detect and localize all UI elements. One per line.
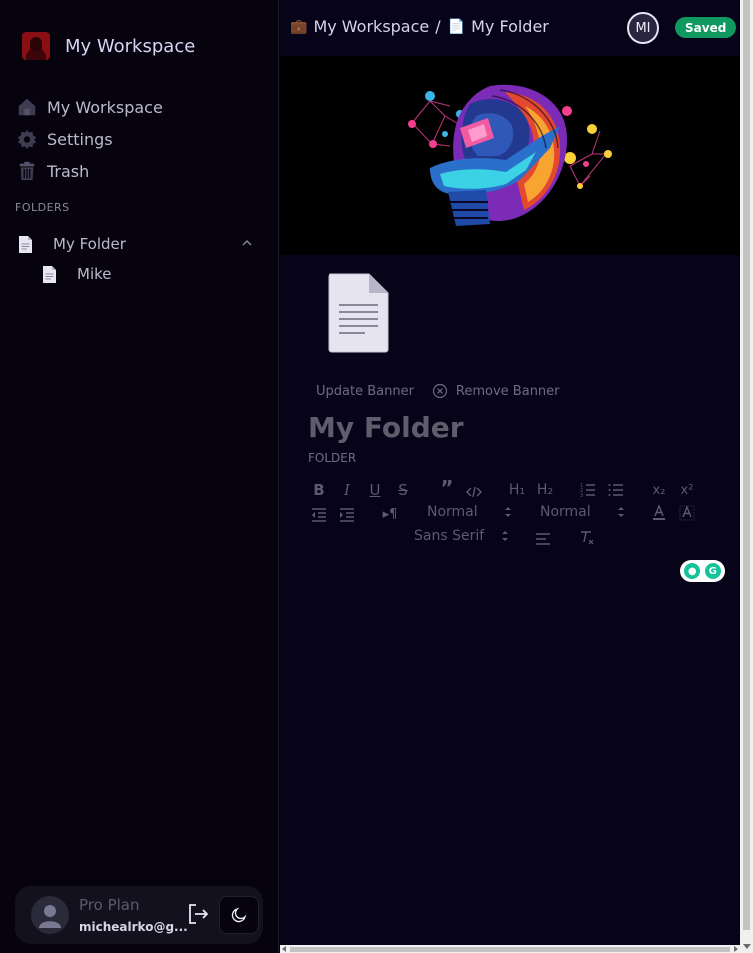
gear-icon bbox=[17, 129, 37, 150]
ordered-list-icon[interactable]: 123 bbox=[580, 480, 596, 500]
folder-label: My Folder bbox=[53, 235, 126, 253]
workspace-name: My Workspace bbox=[65, 35, 196, 57]
align-icon[interactable] bbox=[535, 529, 551, 549]
size-select-value: Normal bbox=[540, 504, 591, 520]
sidebar-nav: My Workspace Settings Trash bbox=[16, 91, 163, 187]
header-select[interactable]: Normal bbox=[427, 502, 512, 522]
font-select[interactable]: Sans Serif bbox=[414, 526, 509, 546]
heading-1-button[interactable]: H₁ bbox=[508, 480, 526, 500]
underline-button[interactable]: U bbox=[368, 480, 382, 500]
select-arrows-icon bbox=[618, 507, 624, 517]
code-block-icon[interactable] bbox=[466, 482, 482, 502]
sidebar-item-my-workspace[interactable]: My Workspace bbox=[16, 91, 163, 123]
user-avatar[interactable] bbox=[31, 896, 69, 934]
page-document-icon[interactable] bbox=[327, 273, 390, 353]
sidebar-item-settings[interactable]: Settings bbox=[16, 123, 163, 155]
text-direction-button[interactable]: ▸¶ bbox=[380, 504, 400, 524]
chevron-up-icon[interactable] bbox=[240, 236, 254, 250]
trash-icon bbox=[19, 161, 35, 181]
vertical-scrollbar-thumb[interactable] bbox=[743, 0, 750, 930]
background-color-icon[interactable] bbox=[679, 503, 695, 523]
document-icon bbox=[43, 265, 56, 283]
banner-actions: Update Banner Remove Banner bbox=[316, 383, 560, 399]
superscript-button[interactable]: x² bbox=[678, 480, 696, 500]
theme-toggle-button[interactable] bbox=[219, 896, 259, 934]
user-icon bbox=[39, 905, 61, 928]
grammarly-icon: G bbox=[704, 563, 721, 579]
scroll-down-arrow-icon[interactable] bbox=[743, 944, 751, 949]
subscript-button[interactable]: x₂ bbox=[650, 480, 668, 500]
app-window: My Workspace My Workspace Settings Trash… bbox=[0, 0, 753, 953]
close-circle-icon bbox=[432, 383, 448, 399]
horizontal-scrollbar-thumb[interactable] bbox=[290, 947, 730, 952]
breadcrumb-folder[interactable]: My Folder bbox=[471, 17, 549, 36]
font-select-value: Sans Serif bbox=[414, 528, 485, 544]
collaborator-avatar[interactable]: MI bbox=[627, 12, 659, 44]
outdent-icon[interactable] bbox=[311, 505, 327, 525]
horizontal-scrollbar[interactable] bbox=[280, 945, 740, 953]
moon-icon bbox=[231, 907, 247, 923]
indent-icon[interactable] bbox=[339, 505, 355, 525]
bold-button[interactable]: B bbox=[312, 480, 326, 500]
scroll-left-arrow-icon[interactable] bbox=[282, 946, 286, 952]
size-select[interactable]: Normal bbox=[540, 502, 625, 522]
workspace-header[interactable]: My Workspace bbox=[22, 32, 195, 60]
svg-text:3: 3 bbox=[580, 493, 583, 499]
page-title[interactable]: My Folder bbox=[308, 411, 464, 444]
file-label: Mike bbox=[77, 265, 112, 283]
text-color-icon[interactable] bbox=[651, 503, 667, 523]
banner-image bbox=[280, 56, 740, 255]
header-select-value: Normal bbox=[427, 504, 478, 520]
main-content: 💼 My Workspace / 📄 My Folder MI Saved Up… bbox=[280, 0, 740, 945]
select-arrows-icon bbox=[502, 531, 508, 541]
sidebar-file-mike[interactable]: Mike bbox=[42, 262, 112, 286]
scroll-right-arrow-icon[interactable] bbox=[734, 946, 738, 952]
breadcrumb: 💼 My Workspace / 📄 My Folder bbox=[290, 17, 549, 36]
status-badge: Saved bbox=[675, 17, 737, 38]
lightbulb-icon: ● bbox=[684, 563, 701, 579]
topbar: 💼 My Workspace / 📄 My Folder MI Saved bbox=[280, 0, 740, 56]
bullet-list-icon[interactable] bbox=[608, 480, 624, 500]
breadcrumb-workspace[interactable]: My Workspace bbox=[313, 17, 429, 36]
breadcrumb-separator: / bbox=[435, 17, 441, 36]
sidebar-item-label: Trash bbox=[47, 161, 90, 181]
logout-icon[interactable] bbox=[186, 902, 210, 926]
user-email: michealrko@g... bbox=[79, 920, 188, 934]
folders-section-title: FOLDERS bbox=[15, 201, 70, 214]
sidebar-item-trash[interactable]: Trash bbox=[16, 155, 163, 187]
sidebar-item-label: Settings bbox=[47, 129, 113, 149]
heading-2-button[interactable]: H₂ bbox=[536, 480, 554, 500]
user-card: Pro Plan michealrko@g... bbox=[15, 886, 263, 944]
briefcase-icon: 💼 bbox=[290, 18, 308, 35]
sidebar-folder-my-folder[interactable]: My Folder bbox=[18, 232, 258, 256]
page-subtitle: FOLDER bbox=[308, 451, 357, 465]
sidebar: My Workspace My Workspace Settings Trash… bbox=[0, 0, 279, 953]
vertical-scrollbar[interactable] bbox=[740, 0, 753, 953]
user-plan: Pro Plan bbox=[79, 896, 140, 914]
remove-banner-button[interactable]: Remove Banner bbox=[432, 383, 560, 399]
clear-format-icon[interactable] bbox=[579, 528, 595, 548]
select-arrows-icon bbox=[505, 507, 511, 517]
robot-head-illustration bbox=[408, 84, 612, 226]
remove-banner-label: Remove Banner bbox=[455, 383, 560, 399]
document-emoji-icon: 📄 bbox=[447, 18, 466, 35]
grammarly-widget[interactable]: ● G bbox=[680, 560, 725, 582]
blockquote-button[interactable]: ” bbox=[439, 476, 455, 500]
workspace-logo bbox=[22, 32, 50, 60]
strike-button[interactable]: S bbox=[396, 480, 410, 500]
italic-button[interactable]: I bbox=[340, 480, 354, 500]
home-icon bbox=[18, 98, 36, 116]
document-icon bbox=[19, 235, 32, 253]
sidebar-item-label: My Workspace bbox=[47, 97, 163, 117]
update-banner-button[interactable]: Update Banner bbox=[316, 384, 414, 399]
